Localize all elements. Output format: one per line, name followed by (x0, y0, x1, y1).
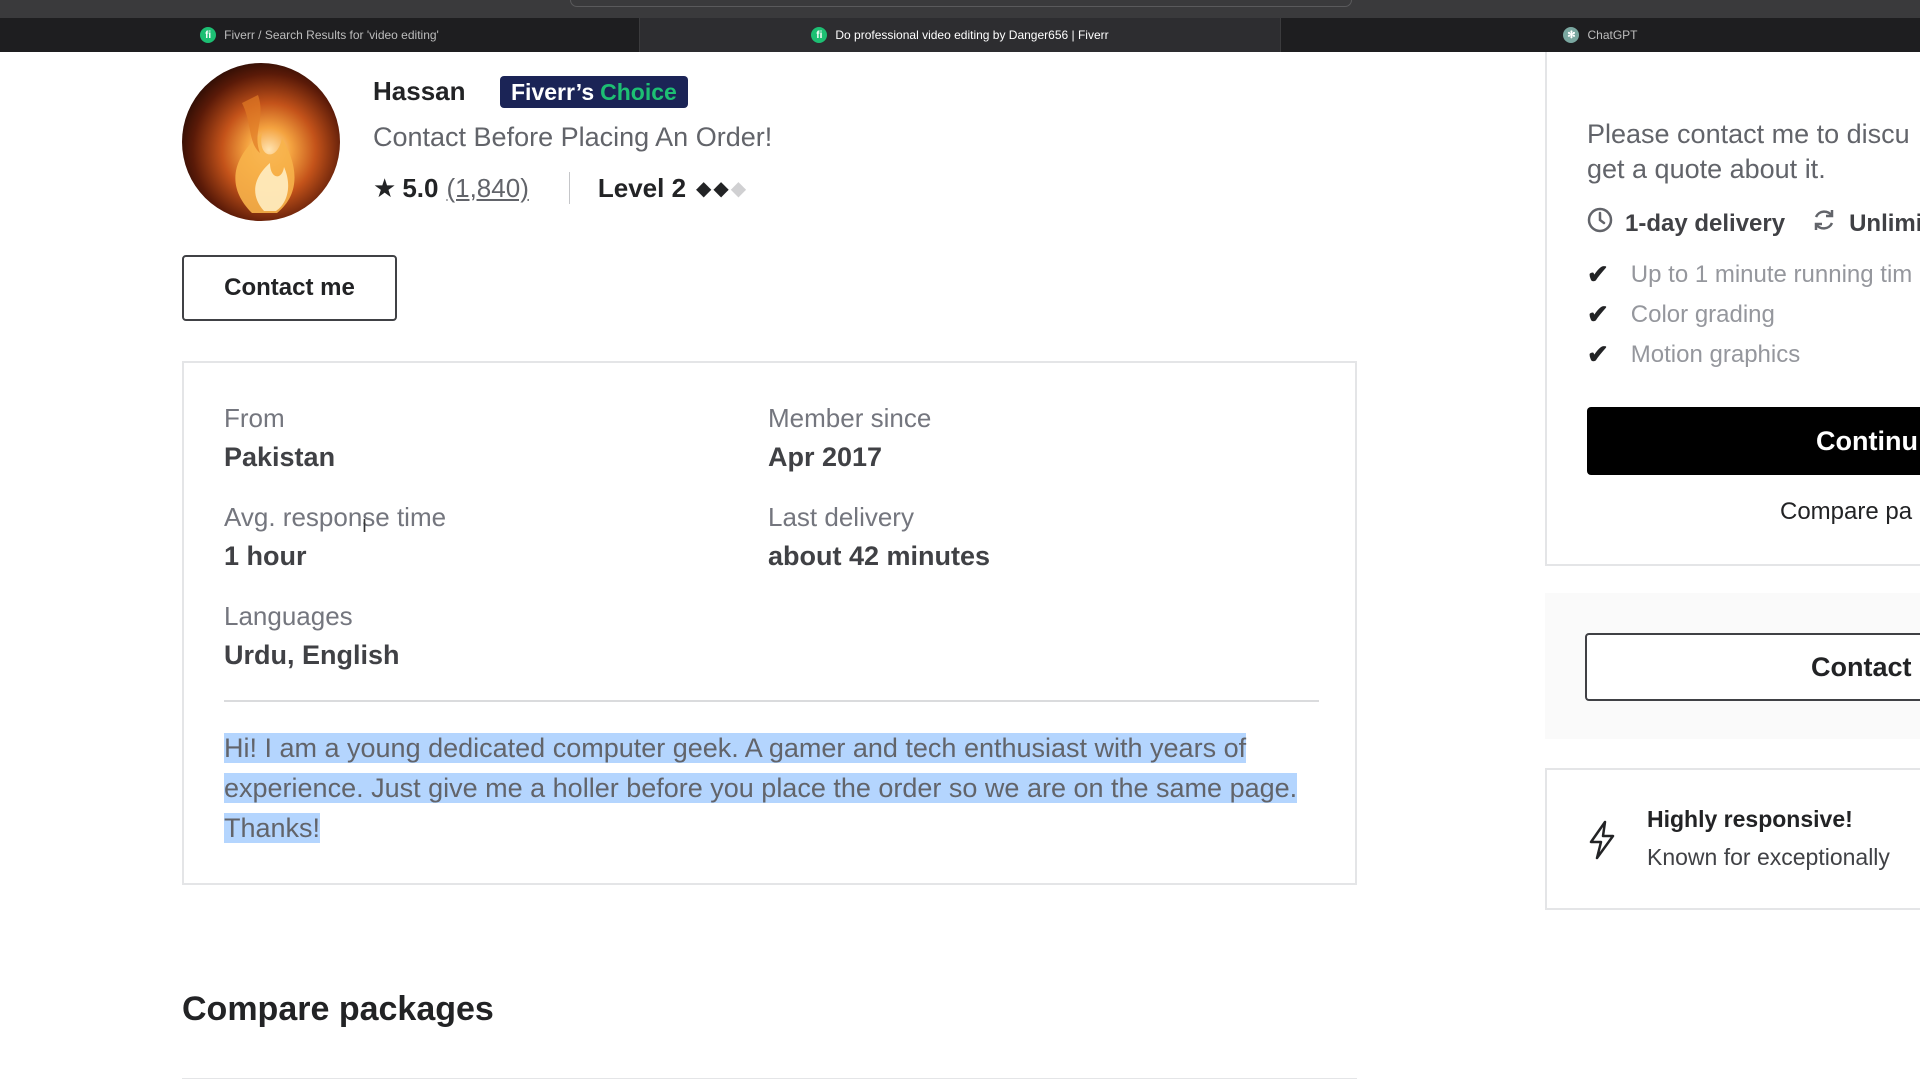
tab-gig-page[interactable]: fi Do professional video editing by Dang… (640, 18, 1280, 52)
fiverr-favicon-icon: fi (200, 27, 217, 43)
contact-me-button[interactable]: Contact me (182, 255, 397, 321)
tab-title: Do professional video editing by Danger6… (835, 28, 1109, 42)
package-panel: Please contact me to discu get a quote a… (1545, 52, 1920, 566)
feature-label: Up to 1 minute running tim (1630, 260, 1913, 288)
clock-icon (1587, 207, 1613, 240)
seller-avatar[interactable] (182, 63, 340, 221)
check-icon: ✔ (1587, 339, 1609, 369)
tab-chatgpt[interactable]: ✻ ChatGPT (1280, 18, 1920, 52)
divider (568, 172, 570, 204)
stat-response-time: Avg. response time 1 hour (224, 502, 446, 572)
stat-from: From Pakistan (224, 403, 335, 473)
highly-responsive-panel: Highly responsive! Known for exceptional… (1545, 768, 1920, 910)
seller-name[interactable]: Hassan (373, 76, 466, 107)
feature-label: Color grading (1630, 300, 1775, 328)
refresh-icon (1811, 207, 1837, 240)
package-description-line: get a quote about it. (1587, 154, 1826, 184)
stat-label: Avg. response time (224, 502, 447, 532)
contact-seller-button[interactable]: Contact (1585, 633, 1920, 701)
tab-title: ChatGPT (1587, 28, 1638, 42)
seller-tagline: Contact Before Placing An Order! (373, 122, 773, 152)
stat-last-delivery: Last delivery about 42 minutes (768, 502, 990, 572)
stat-label: From (224, 403, 285, 433)
package-meta: 1-day delivery Unlimi (1587, 207, 1920, 240)
compare-packages-heading: Compare packages (182, 990, 494, 1028)
contact-panel: Contact (1545, 593, 1920, 739)
star-icon: ★ (373, 172, 397, 203)
stat-value: about 42 minutes (768, 541, 991, 571)
package-description: Please contact me to discu get a quote a… (1587, 117, 1920, 187)
rating-value: 5.0 (402, 172, 439, 203)
text-cursor-icon: I (362, 516, 368, 536)
stat-value: Apr 2017 (768, 442, 883, 472)
lightning-bolt-icon (1587, 820, 1617, 865)
flame-image (235, 95, 295, 213)
stat-value: Urdu, English (224, 640, 400, 670)
feature-item: ✔ Color grading (1587, 299, 1775, 330)
check-icon: ✔ (1587, 299, 1609, 329)
browser-toolbar (0, 0, 1920, 18)
address-bar[interactable] (570, 0, 1352, 7)
feature-item: ✔ Motion graphics (1587, 339, 1800, 370)
seller-level: Level 2 (597, 172, 687, 203)
delivery-time: 1-day delivery (1625, 209, 1786, 237)
stat-value: 1 hour (224, 541, 307, 571)
rating-row: ★ 5.0 (1,840) Level 2 ◆◆◆ (373, 172, 748, 204)
chatgpt-favicon-icon: ✻ (1563, 27, 1580, 43)
feature-item: ✔ Up to 1 minute running tim (1587, 259, 1912, 290)
tab-title: Fiverr / Search Results for 'video editi… (224, 28, 439, 42)
feature-label: Motion graphics (1630, 340, 1801, 368)
responsive-subtitle: Known for exceptionally (1647, 844, 1890, 870)
fiverrs-choice-badge: Fiverr’s Choice (500, 76, 688, 108)
reviews-count-link[interactable]: (1,840) (446, 173, 528, 204)
level-diamonds-icon: ◆◆◆ (696, 177, 749, 200)
stat-label: Member since (768, 403, 932, 433)
badge-label-choice: Choice (600, 78, 677, 105)
seller-bio[interactable]: Hi! I am a young dedicated computer geek… (224, 728, 1319, 848)
tab-bar: fi Fiverr / Search Results for 'video ed… (0, 18, 1920, 52)
divider (182, 1078, 1357, 1079)
stat-label: Last delivery (768, 502, 914, 532)
divider (224, 700, 1319, 702)
stat-languages: Languages Urdu, English (224, 601, 400, 671)
stat-label: Languages (224, 601, 353, 631)
responsive-title: Highly responsive! (1647, 806, 1853, 832)
package-description-line: Please contact me to discu (1587, 119, 1910, 149)
fiverr-favicon-icon: fi (811, 27, 828, 43)
check-icon: ✔ (1587, 259, 1609, 289)
tab-search-results[interactable]: fi Fiverr / Search Results for 'video ed… (0, 18, 640, 52)
stat-member-since: Member since Apr 2017 (768, 403, 931, 473)
badge-label: Fiverr’s (511, 78, 595, 105)
compare-packages-link[interactable]: Compare pa (1780, 498, 1912, 526)
seller-info-card: From Pakistan Member since Apr 2017 Avg.… (182, 361, 1357, 885)
selected-text[interactable]: Hi! I am a young dedicated computer geek… (224, 733, 1298, 843)
revisions: Unlimi (1849, 209, 1920, 237)
continue-button[interactable]: Continu (1587, 407, 1920, 475)
stat-value: Pakistan (224, 442, 336, 472)
